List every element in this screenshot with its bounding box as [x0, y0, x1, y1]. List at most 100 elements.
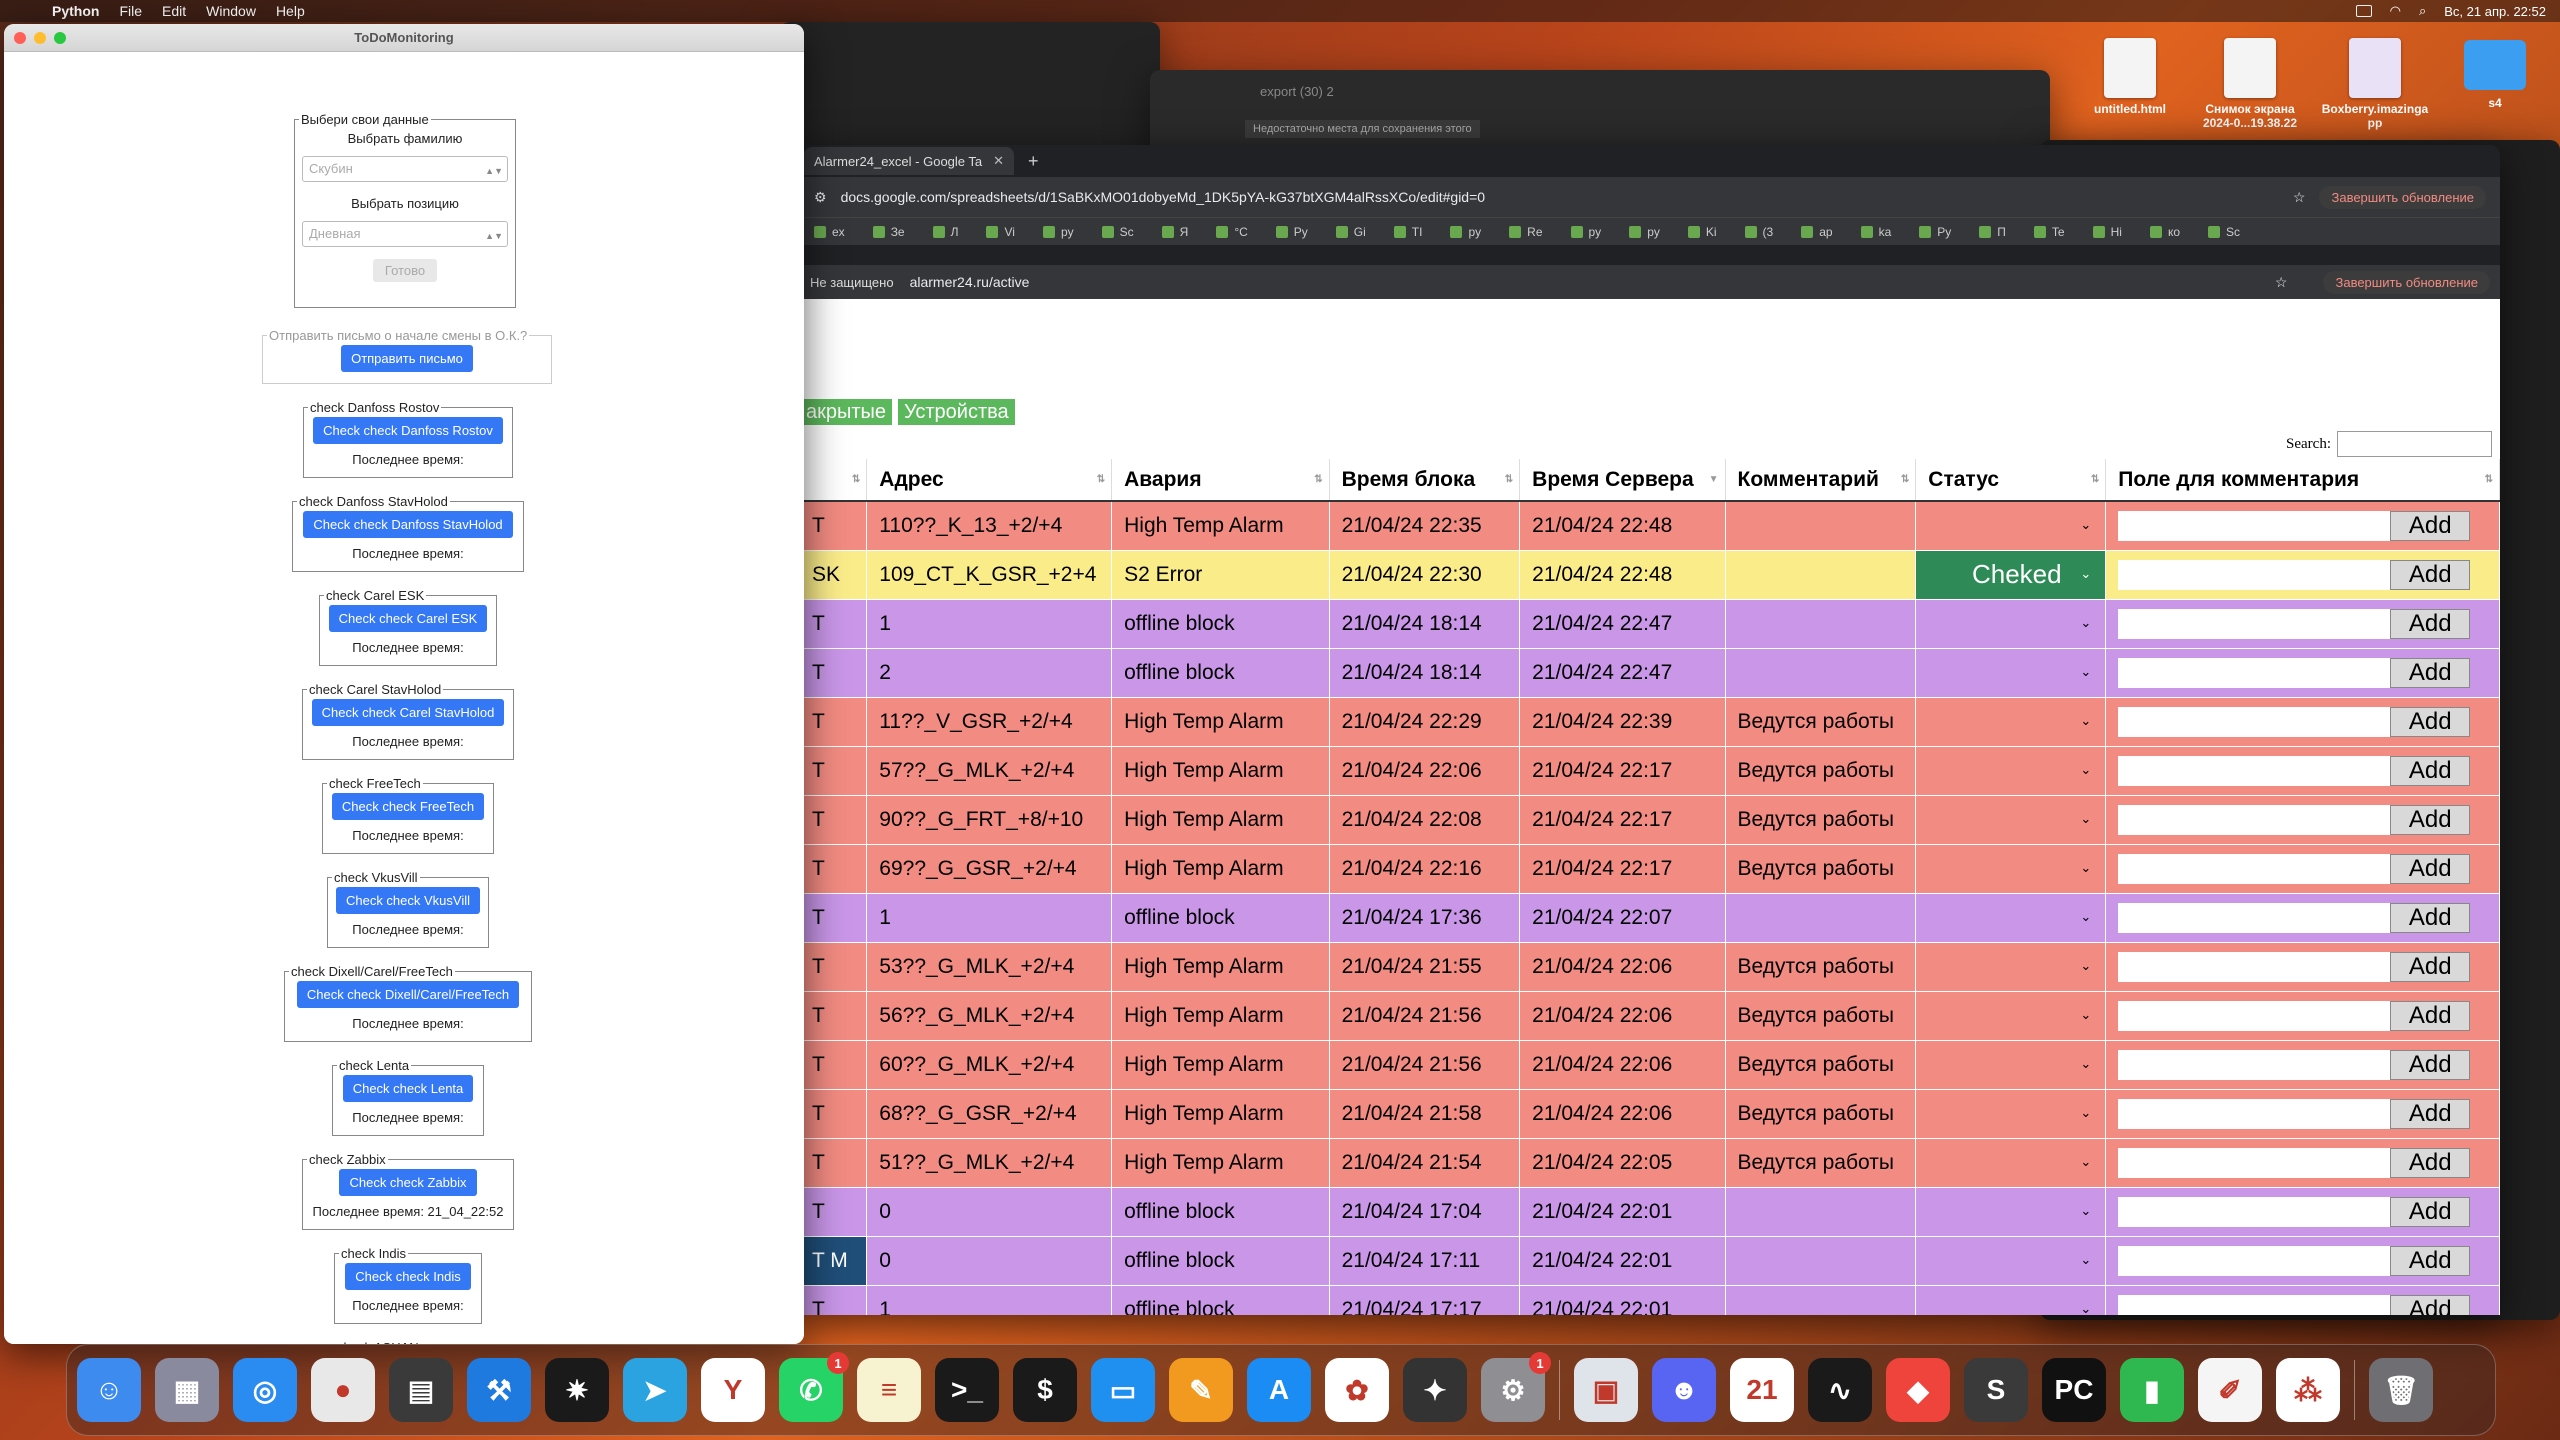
status-select[interactable]: ⌄: [1915, 893, 2107, 943]
window-titlebar[interactable]: ToDoMonitoring: [4, 24, 804, 52]
update-button[interactable]: Завершить обновление: [2319, 185, 2486, 209]
bookmark-item[interactable]: ex: [814, 225, 845, 239]
bookmark-star-icon[interactable]: ☆: [2293, 189, 2306, 206]
send-mail-button[interactable]: Отправить письмо: [341, 345, 473, 372]
xcode-icon[interactable]: ⚒: [467, 1358, 531, 1422]
comment-input[interactable]: [2118, 1245, 2391, 1276]
comment-input[interactable]: [2118, 706, 2391, 737]
bookmark-item[interactable]: Я: [1161, 225, 1188, 239]
column-header-alarm[interactable]: Авария ⇅: [1111, 459, 1330, 502]
status-select[interactable]: ⌄: [1915, 942, 2107, 992]
bookmark-item[interactable]: Sc: [1101, 225, 1134, 239]
status-select[interactable]: ⌄: [1915, 746, 2107, 796]
numbers-icon[interactable]: ▮: [2120, 1358, 2184, 1422]
column-header-comment-field[interactable]: Поле для комментария ⇅: [2105, 459, 2500, 502]
textedit-icon[interactable]: ✐: [2198, 1358, 2262, 1422]
bookmark-item[interactable]: Ki: [1687, 225, 1717, 239]
comment-input[interactable]: [2118, 1000, 2391, 1031]
status-select[interactable]: ⌄: [1915, 1236, 2107, 1286]
safari-icon[interactable]: ◎: [233, 1358, 297, 1422]
status-select[interactable]: ⌄: [1915, 1089, 2107, 1139]
status-select[interactable]: ⌄: [1915, 1187, 2107, 1237]
check-button[interactable]: Check check Lenta: [342, 1075, 474, 1102]
activity-monitor-icon[interactable]: ∿: [1808, 1358, 1872, 1422]
desktop-file-boxberry[interactable]: Boxberry.imazinga pp: [2320, 38, 2430, 130]
compass-icon[interactable]: ✦: [1403, 1358, 1467, 1422]
bookmark-item[interactable]: ко: [2149, 225, 2180, 239]
comment-input[interactable]: [2118, 559, 2391, 590]
add-comment-button[interactable]: Add: [2390, 510, 2471, 541]
closed-button[interactable]: акрытые: [800, 399, 893, 425]
add-comment-button[interactable]: Add: [2390, 804, 2471, 835]
notes-icon[interactable]: ≡: [857, 1358, 921, 1422]
comment-input[interactable]: [2118, 1294, 2391, 1315]
add-comment-button[interactable]: Add: [2390, 559, 2471, 590]
spotlight-icon[interactable]: ⌕: [2419, 3, 2426, 19]
comment-input[interactable]: [2118, 902, 2391, 933]
status-select[interactable]: ⌄: [1915, 844, 2107, 894]
site-info-icon[interactable]: ⚙: [814, 189, 827, 206]
check-button[interactable]: Check check Danfoss Rostov: [313, 417, 503, 444]
column-header-server-time[interactable]: Время Сервера ▼: [1519, 459, 1726, 502]
add-comment-button[interactable]: Add: [2390, 1245, 2471, 1276]
status-select[interactable]: ⌄: [1915, 599, 2107, 649]
desktop-file-untitled[interactable]: untitled.html: [2075, 38, 2185, 116]
status-select[interactable]: ⌄: [1915, 697, 2107, 747]
comment-input[interactable]: [2118, 1196, 2391, 1227]
check-button[interactable]: Check check VkusVill: [335, 887, 481, 914]
url-text[interactable]: alarmer24.ru/active: [910, 274, 1030, 290]
comment-input[interactable]: [2118, 510, 2391, 541]
photos-icon[interactable]: ✿: [1325, 1358, 1389, 1422]
pycharm-icon[interactable]: PC: [2042, 1358, 2106, 1422]
comment-input[interactable]: [2118, 657, 2391, 688]
bookmark-item[interactable]: °C: [1216, 225, 1248, 239]
add-comment-button[interactable]: Add: [2390, 1098, 2471, 1129]
app-store-icon[interactable]: A: [1247, 1358, 1311, 1422]
terminal-dark-icon[interactable]: $: [1013, 1358, 1077, 1422]
bookmark-item[interactable]: py: [1629, 225, 1660, 239]
bookmark-item[interactable]: Gi: [1335, 225, 1366, 239]
add-comment-button[interactable]: Add: [2390, 755, 2471, 786]
security-label[interactable]: Не защищено: [810, 275, 894, 290]
comment-input[interactable]: [2118, 951, 2391, 982]
ready-button[interactable]: Готово: [372, 259, 438, 282]
battery-icon[interactable]: [2355, 5, 2372, 17]
comment-input[interactable]: [2118, 755, 2391, 786]
position-combobox[interactable]: Дневная ▲▼: [302, 221, 508, 247]
bookmark-item[interactable]: Te: [2033, 225, 2065, 239]
add-comment-button[interactable]: Add: [2390, 1000, 2471, 1031]
check-button[interactable]: Check check FreeTech: [331, 793, 485, 820]
update-button[interactable]: Завершить обновление: [2323, 270, 2490, 294]
column-header-status[interactable]: Статус ⇅: [1915, 459, 2107, 502]
menu-window[interactable]: Window: [206, 3, 256, 19]
sublime-icon[interactable]: S: [1964, 1358, 2028, 1422]
finder-icon[interactable]: ☺: [77, 1358, 141, 1422]
add-comment-button[interactable]: Add: [2390, 1147, 2471, 1178]
trash-icon[interactable]: 🗑: [2369, 1358, 2433, 1422]
chrome-icon[interactable]: ●: [311, 1358, 375, 1422]
status-select[interactable]: ⌄: [1915, 501, 2107, 551]
bookmark-item[interactable]: py: [1042, 225, 1074, 239]
status-select[interactable]: ⌄: [1915, 1040, 2107, 1090]
bookmark-item[interactable]: py: [1450, 225, 1481, 239]
add-comment-button[interactable]: Add: [2390, 706, 2471, 737]
bookmark-star-icon[interactable]: ☆: [2275, 274, 2288, 291]
settings-icon[interactable]: ⚙ 1: [1481, 1352, 1551, 1422]
add-comment-button[interactable]: Add: [2390, 951, 2471, 982]
add-comment-button[interactable]: Add: [2390, 902, 2471, 933]
check-button[interactable]: Check check Indis: [345, 1263, 471, 1290]
desktop-file-screenshot[interactable]: Снимок экрана 2024-0...19.38.22: [2195, 38, 2305, 130]
tab-sheets[interactable]: Alarmer24_excel - Google Ta ✕: [804, 147, 1014, 175]
status-select[interactable]: Cheked ⌄: [1915, 550, 2107, 600]
comment-input[interactable]: [2118, 1098, 2391, 1129]
terminal-icon[interactable]: >_: [935, 1358, 999, 1422]
burst-icon[interactable]: ✷: [545, 1358, 609, 1422]
url-text[interactable]: docs.google.com/spreadsheets/d/1SaBKxMO0…: [841, 189, 2279, 205]
bookmark-item[interactable]: (3: [1744, 225, 1773, 239]
discord-icon[interactable]: ☻: [1652, 1358, 1716, 1422]
zoom-window-icon[interactable]: [54, 32, 66, 44]
bookmark-item[interactable]: Зе: [872, 225, 905, 239]
status-select[interactable]: ⌄: [1915, 795, 2107, 845]
bookmark-item[interactable]: П: [1979, 225, 2006, 239]
anydesk-icon[interactable]: ◆: [1886, 1358, 1950, 1422]
